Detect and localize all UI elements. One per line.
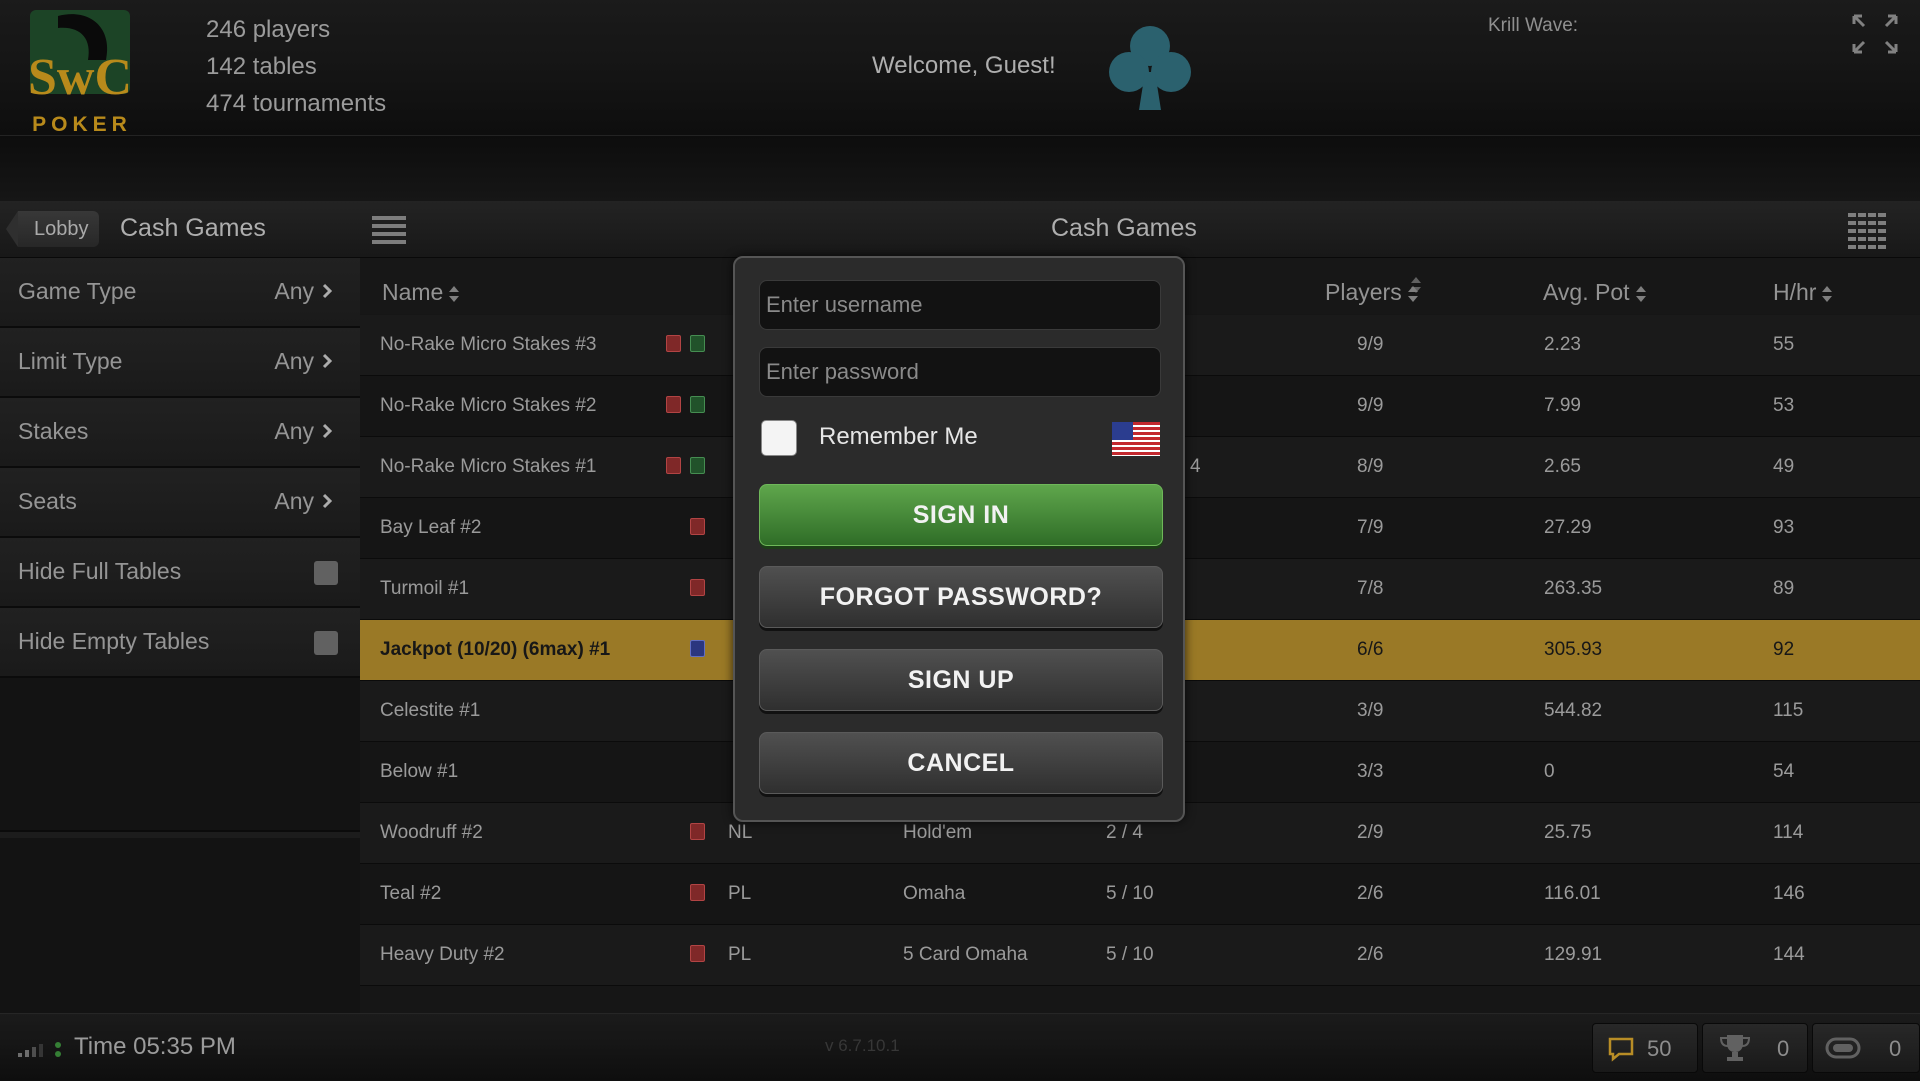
cancel-button[interactable]: CANCEL (759, 732, 1163, 794)
sign-up-button[interactable]: SIGN UP (759, 649, 1163, 711)
remember-me-checkbox[interactable] (761, 420, 797, 456)
password-input[interactable] (759, 347, 1161, 397)
forgot-password-button[interactable]: FORGOT PASSWORD? (759, 566, 1163, 628)
username-input[interactable] (759, 280, 1161, 330)
sign-in-button[interactable]: SIGN IN (759, 484, 1163, 546)
login-dialog: Remember Me SIGN IN FORGOT PASSWORD? SIG… (733, 256, 1185, 822)
remember-me-label[interactable]: Remember Me (819, 423, 978, 451)
us-flag-icon[interactable] (1112, 422, 1160, 456)
